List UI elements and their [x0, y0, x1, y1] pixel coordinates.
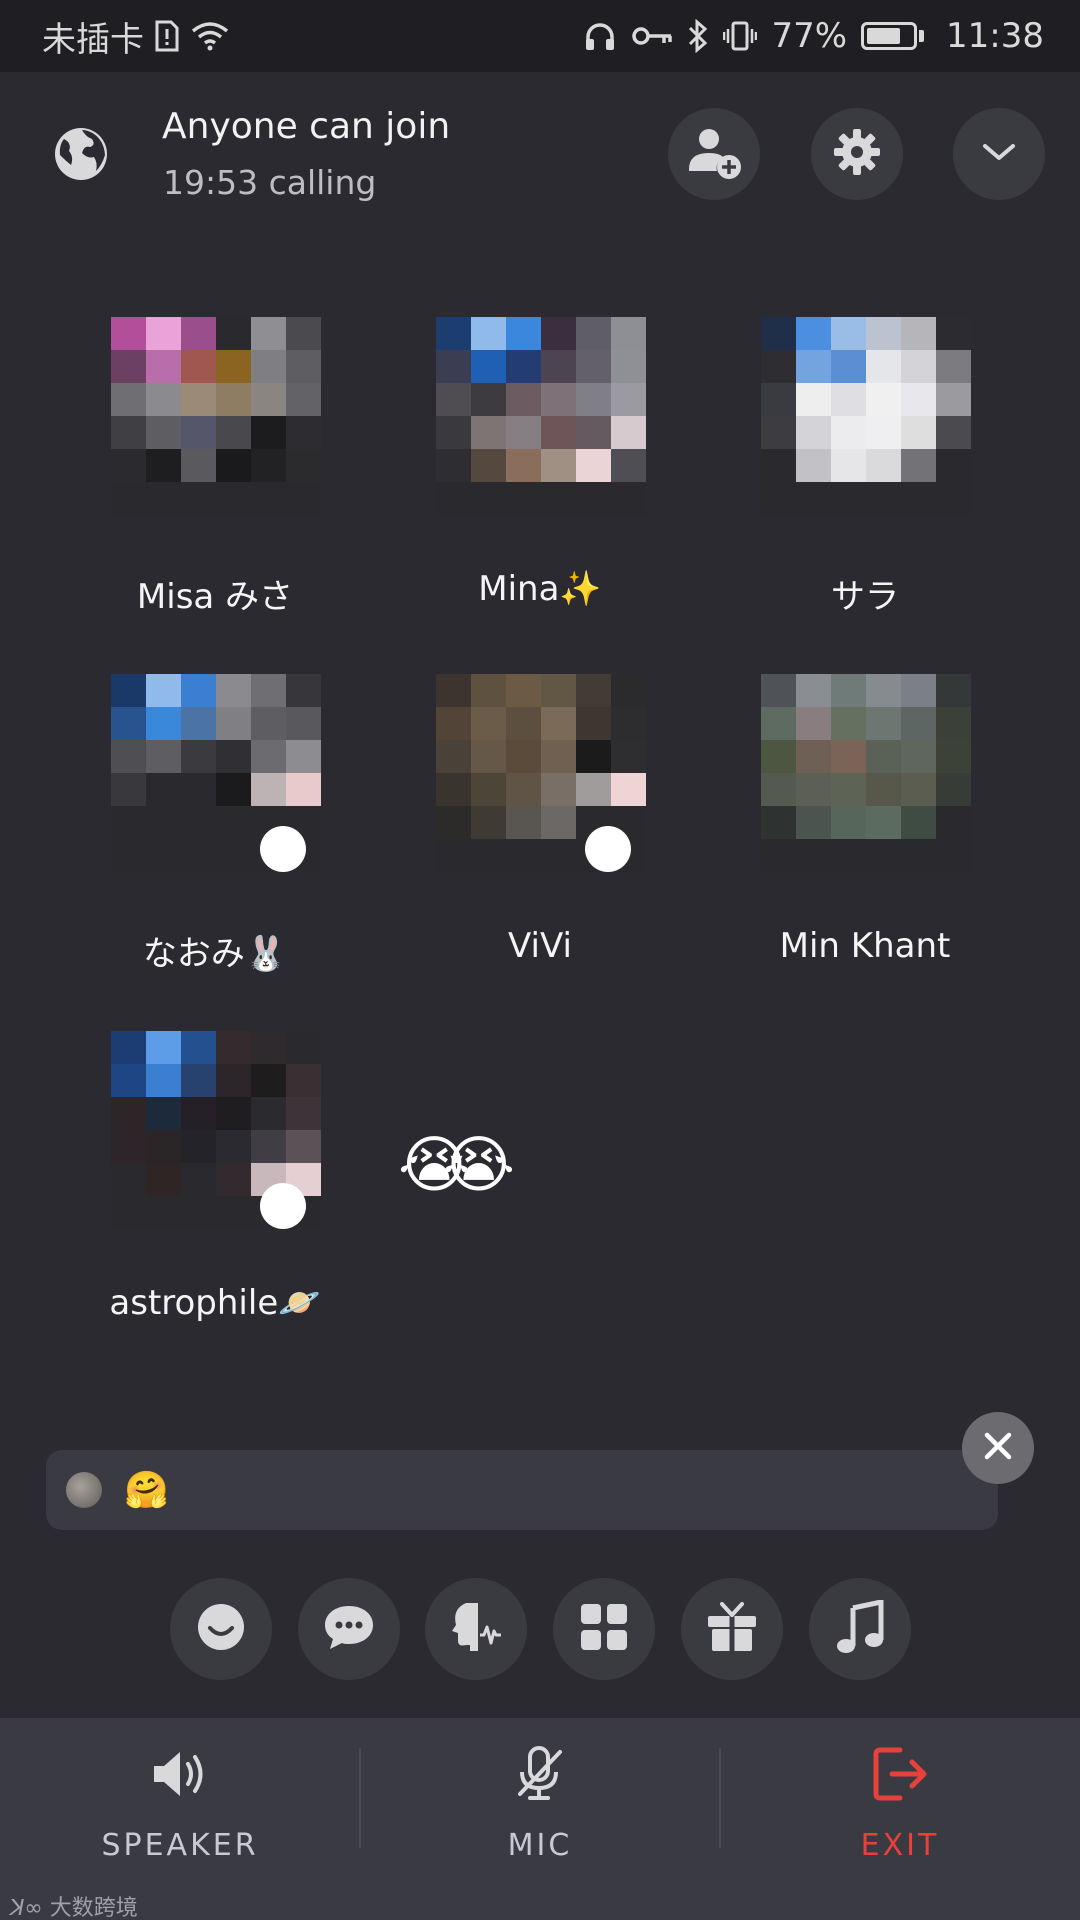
- mic-button[interactable]: MIC: [360, 1718, 720, 1888]
- gear-icon: [831, 126, 883, 182]
- speaker-icon: [150, 1744, 210, 1804]
- battery-percent: 77%: [771, 16, 848, 56]
- headphones-icon: [583, 20, 617, 52]
- participant-tile[interactable]: ViVi: [380, 674, 700, 1014]
- emoji-icon: [196, 1602, 246, 1656]
- bottom-nav: SPEAKER MIC EXIT: [0, 1718, 1080, 1920]
- exit-icon: [870, 1744, 930, 1804]
- avatar: [761, 674, 971, 872]
- participant-name: astrophile🪐: [109, 1283, 321, 1323]
- participant-tile[interactable]: なおみ🐰: [55, 674, 375, 1014]
- emoji-button[interactable]: [170, 1578, 272, 1680]
- chat-message-bar[interactable]: 🤗: [46, 1450, 998, 1530]
- battery-icon: [861, 22, 925, 50]
- gift-icon: [705, 1600, 759, 1658]
- gift-button[interactable]: [681, 1578, 783, 1680]
- chat-message: 🤗: [124, 1470, 169, 1511]
- participant-tile[interactable]: Min Khant: [705, 674, 1025, 1014]
- room-title: Anyone can join: [162, 106, 451, 147]
- speaker-label: SPEAKER: [101, 1828, 259, 1863]
- chat-button[interactable]: [298, 1578, 400, 1680]
- apps-grid-icon: [579, 1602, 629, 1656]
- mic-label: MIC: [507, 1828, 573, 1863]
- watermark-logo: ꓘ∞: [10, 1896, 50, 1920]
- participant-tile[interactable]: astrophile🪐: [55, 1031, 375, 1371]
- voice-effect-icon: [448, 1599, 504, 1659]
- participant-name: Min Khant: [779, 926, 951, 966]
- participant-tile[interactable]: Misa みさ: [55, 317, 375, 657]
- mic-muted-icon: [510, 1744, 570, 1804]
- participant-name: Mina✨: [478, 569, 602, 609]
- vibrate-icon: [723, 20, 758, 52]
- chevron-down-icon: [979, 140, 1019, 168]
- exit-button[interactable]: EXIT: [720, 1718, 1080, 1888]
- clock: 11:38: [946, 16, 1044, 56]
- watermark-text: 大数跨境: [49, 1896, 138, 1920]
- participant-tile[interactable]: サラ: [705, 317, 1025, 657]
- carrier-label: 未插卡: [42, 19, 144, 60]
- participant-name: サラ: [831, 577, 899, 617]
- sim-alert-icon: [154, 20, 180, 52]
- avatar: [66, 1472, 102, 1508]
- mic-status-badge: [585, 826, 631, 872]
- avatar: [436, 317, 646, 515]
- participant-name: Misa みさ: [136, 577, 294, 617]
- key-icon: [631, 24, 673, 48]
- participant-tile[interactable]: Mina✨: [380, 317, 700, 657]
- close-icon: [981, 1429, 1015, 1467]
- globe-icon: [52, 125, 110, 183]
- mic-status-badge: [260, 826, 306, 872]
- invite-button[interactable]: [668, 108, 760, 200]
- exit-label: EXIT: [860, 1828, 940, 1863]
- mic-status-badge: [260, 1183, 306, 1229]
- bluetooth-icon: [687, 19, 709, 53]
- reaction-emoji: 😭😭: [398, 1128, 515, 1201]
- participant-name: ViVi: [508, 926, 572, 966]
- status-bar: 未插卡 77% 11:38: [0, 0, 1080, 72]
- watermark: ꓘ∞ 大数跨境: [10, 1890, 138, 1920]
- add-user-icon: [685, 123, 743, 185]
- wifi-icon: [190, 20, 230, 52]
- close-chat-button[interactable]: [962, 1412, 1034, 1484]
- room-header: Anyone can join 19:53 calling: [0, 72, 1080, 232]
- settings-button[interactable]: [811, 108, 903, 200]
- avatar: [761, 317, 971, 515]
- voice-effect-button[interactable]: [425, 1578, 527, 1680]
- music-button[interactable]: [809, 1578, 911, 1680]
- avatar: [111, 317, 321, 515]
- speaker-button[interactable]: SPEAKER: [0, 1718, 360, 1888]
- chat-icon: [322, 1602, 376, 1656]
- call-duration: 19:53 calling: [163, 163, 377, 202]
- music-icon: [835, 1598, 885, 1658]
- apps-button[interactable]: [553, 1578, 655, 1680]
- participant-name: なおみ🐰: [142, 934, 288, 974]
- collapse-button[interactable]: [953, 108, 1045, 200]
